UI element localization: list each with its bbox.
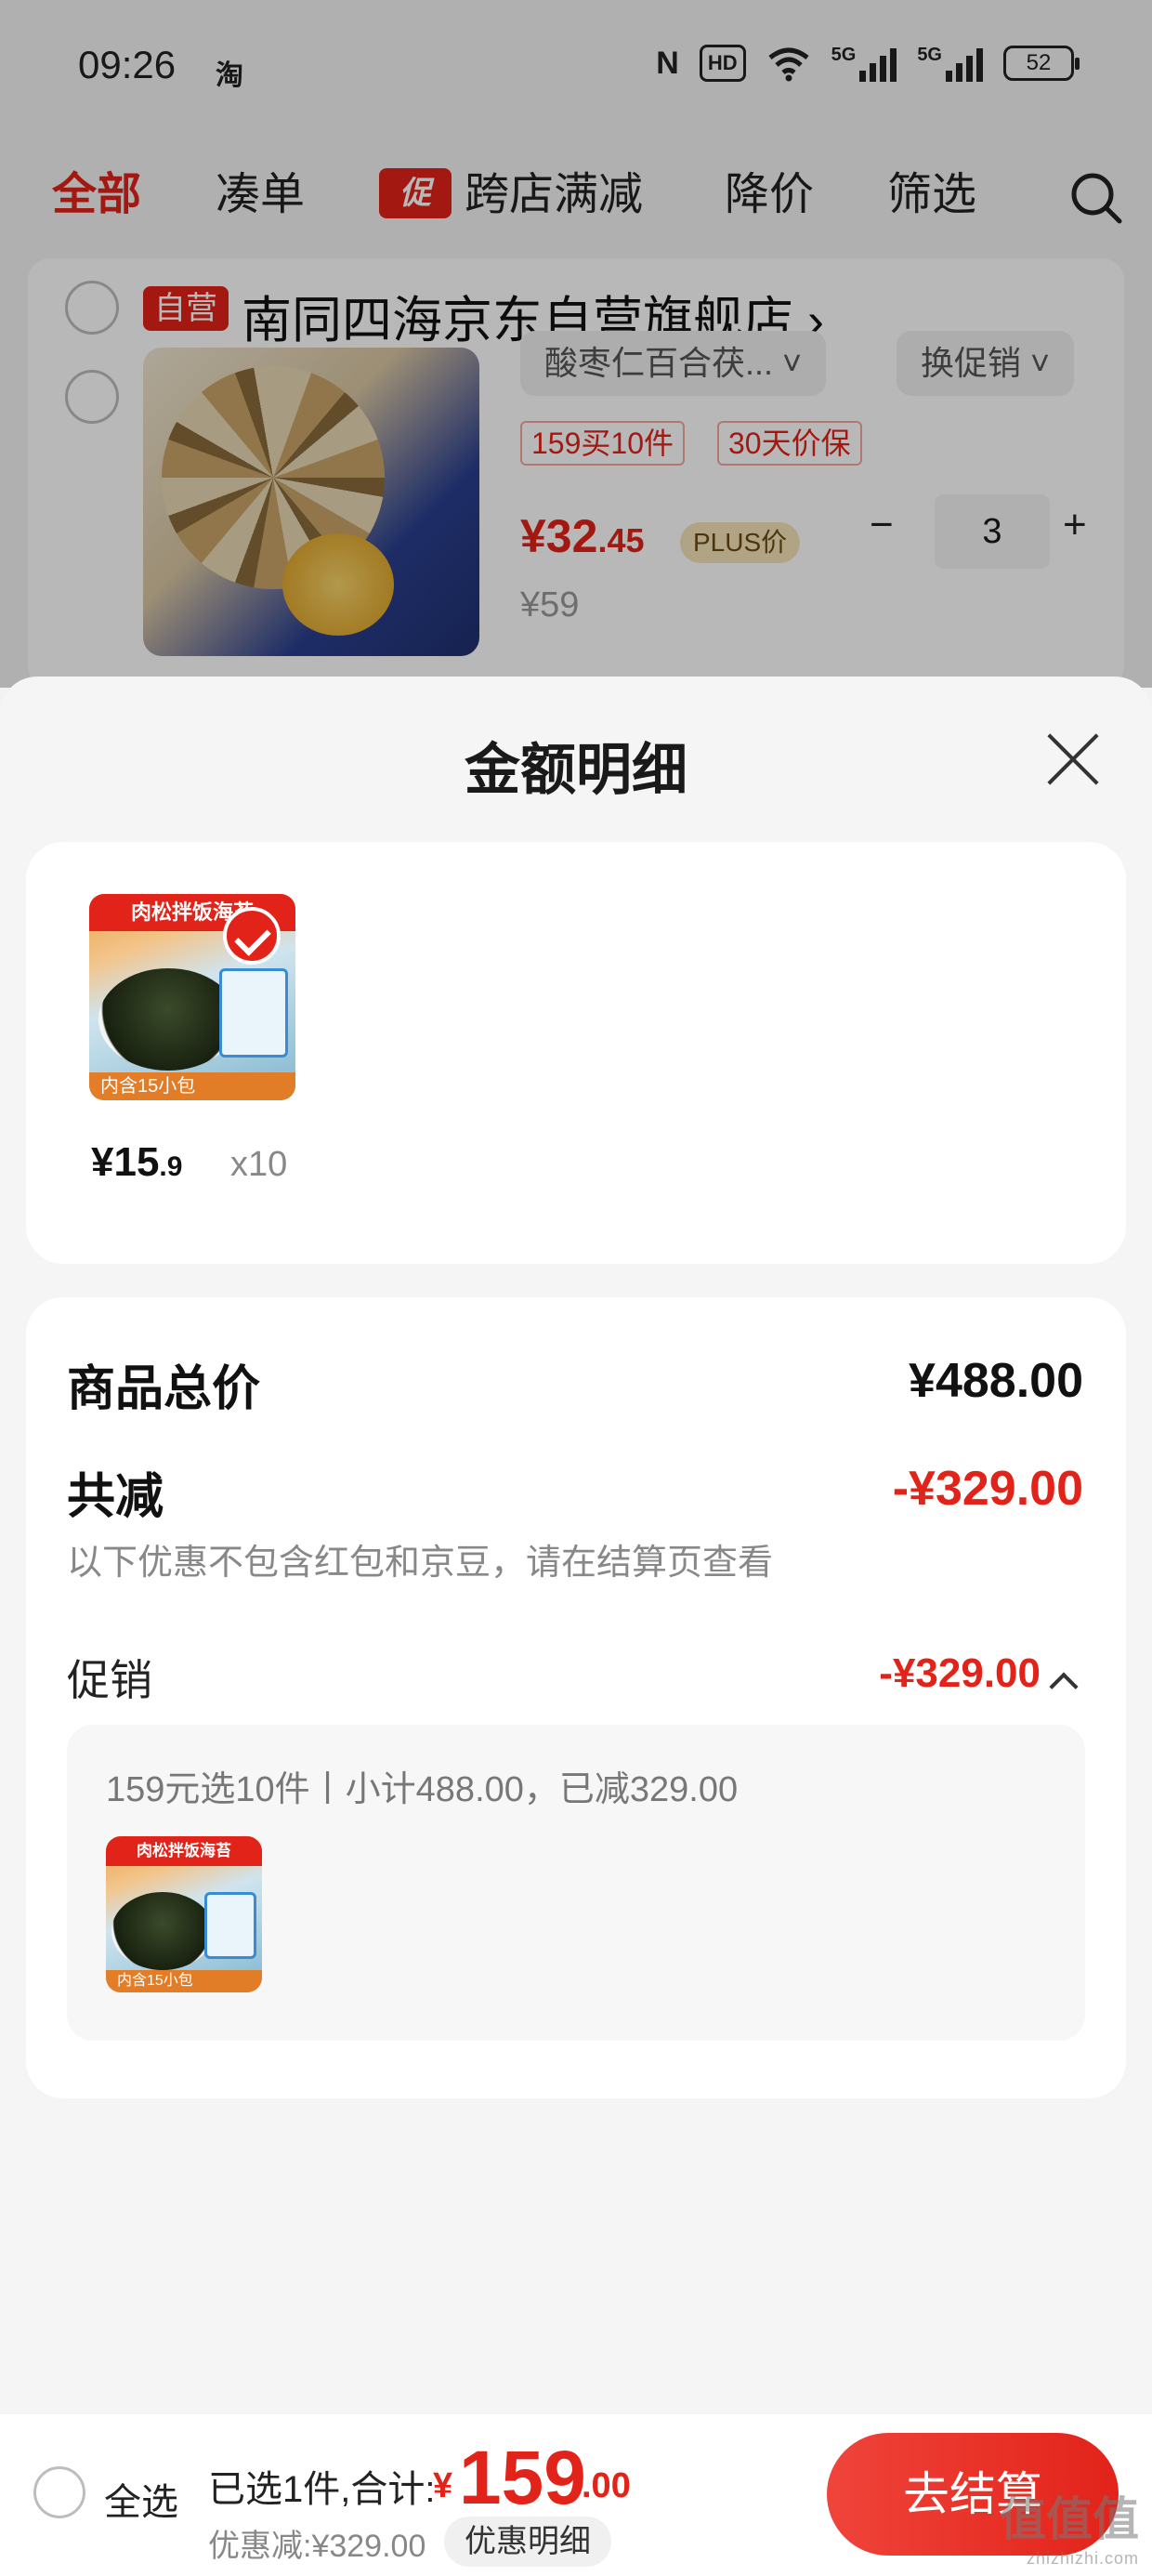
promotion-item-thumbnail[interactable]: 肉松拌饭海苔 内含15小包 (106, 1836, 262, 1992)
cart-page-background: 09:26 淘 N HD 5G 5G 52 全部 凑单 促跨店满减 降价 筛选 … (0, 0, 1152, 688)
promotion-label: 促销 (67, 1656, 152, 1704)
select-all-radio[interactable] (33, 2466, 85, 2518)
selected-items-card: 肉松拌饭海苔 内含15小包 ¥15.9 x10 (26, 842, 1126, 1264)
check-icon (223, 907, 281, 965)
discount-note: 以下优惠不包含红包和京豆，请在结算页查看 (67, 1544, 774, 1583)
item-quantity: x10 (230, 1145, 288, 1184)
amount-detail-sheet: 金额明细 肉松拌饭海苔 内含15小包 ¥15.9 x10 商品总价 ¥488.0… (0, 677, 1152, 2576)
discount-label: 共减 (67, 1470, 164, 1524)
total-amount: 159 (459, 2436, 586, 2520)
select-all-label[interactable]: 全选 (104, 2472, 178, 2526)
sheet-title: 金额明细 (465, 739, 687, 801)
site-watermark: 值值值 zhizhizhi.com (1000, 2493, 1139, 2568)
chevron-up-icon[interactable] (1049, 1672, 1079, 1702)
overlay-mask[interactable] (0, 0, 1152, 688)
promotion-value[interactable]: -¥329.00 (879, 1650, 1041, 1697)
checkout-bar: 全选 已选1件,合计: ¥ 159 .00 优惠减:¥329.00 优惠明细 去… (0, 2414, 1152, 2576)
discount-detail-button[interactable]: 优惠明细 (444, 2517, 611, 2567)
close-icon[interactable] (1044, 730, 1102, 788)
promotion-description: 159元选10件丨小计488.00，已减329.00 (106, 1770, 739, 1809)
promotion-detail-box: 159元选10件丨小计488.00，已减329.00 肉松拌饭海苔 内含15小包 (67, 1725, 1085, 2041)
discount-value: -¥329.00 (892, 1462, 1083, 1516)
discount-amount: 优惠减:¥329.00 (208, 2529, 426, 2564)
price-summary-card: 商品总价 ¥488.00 共减 -¥329.00 以下优惠不包含红包和京豆，请在… (26, 1297, 1126, 2098)
selected-summary: 已选1件,合计: (208, 2469, 436, 2510)
total-price-label: 商品总价 (67, 1362, 261, 1416)
total-price-value: ¥488.00 (909, 1354, 1083, 1408)
total-currency: ¥ (433, 2466, 453, 2505)
total-amount-decimal: .00 (582, 2466, 631, 2505)
item-unit-price: ¥15.9 (91, 1139, 183, 1185)
